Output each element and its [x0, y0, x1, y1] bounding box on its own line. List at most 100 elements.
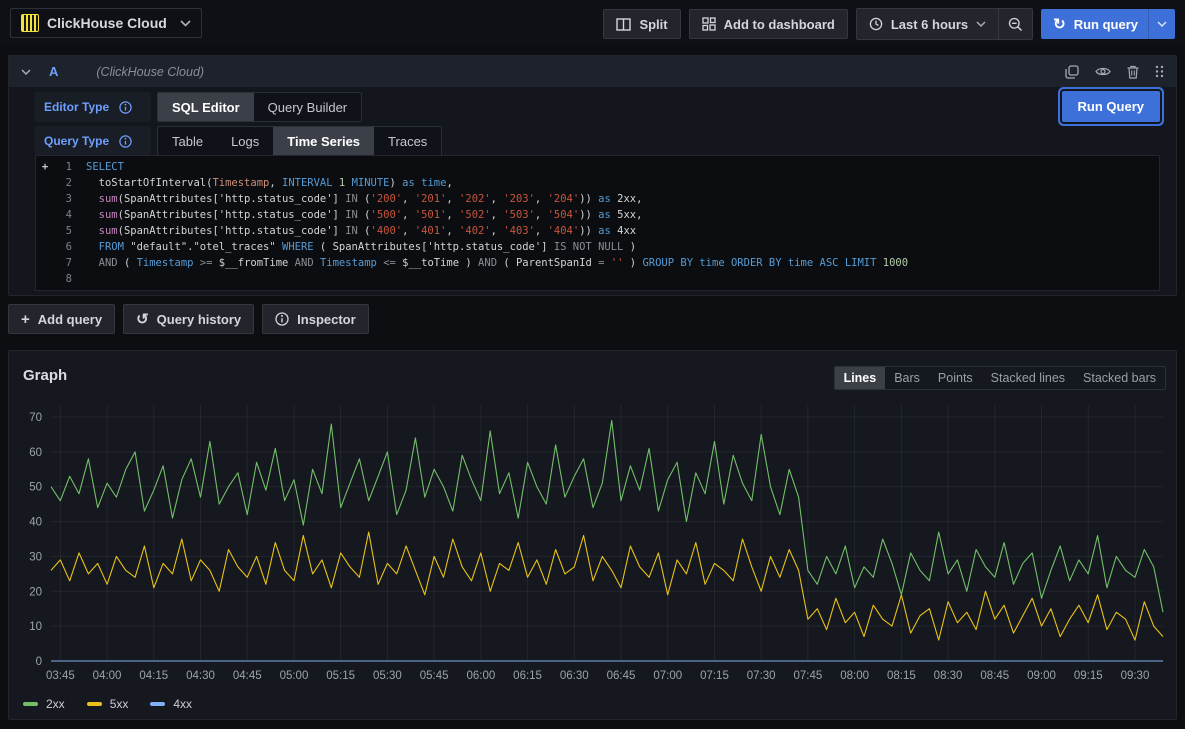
line-number: 7 [54, 255, 72, 271]
chevron-down-icon [976, 21, 986, 27]
query-type-option-traces[interactable]: Traces [374, 127, 441, 155]
explore-page: ClickHouse Cloud Split Add to dashboard [0, 0, 1185, 729]
query-history-button[interactable]: ↺ Query history [123, 304, 254, 334]
legend-swatch-yellow [87, 702, 102, 706]
collapse-chevron-icon[interactable] [21, 69, 31, 75]
info-icon[interactable] [119, 101, 132, 114]
sql-line-7[interactable]: 7 AND ( Timestamp >= $__fromTime AND Tim… [36, 255, 1159, 271]
svg-text:06:00: 06:00 [466, 670, 495, 682]
svg-text:03:45: 03:45 [46, 670, 75, 682]
mode-bars[interactable]: Bars [885, 367, 929, 389]
run-query-button[interactable]: ↻ Run query [1041, 9, 1175, 39]
graph-panel-title: Graph [23, 367, 67, 384]
delete-query-trash-icon[interactable] [1127, 65, 1139, 79]
svg-text:09:15: 09:15 [1074, 670, 1103, 682]
svg-text:20: 20 [29, 586, 42, 598]
split-label: Split [639, 17, 667, 32]
editor-type-switcher: SQL Editor Query Builder [157, 92, 362, 122]
add-to-dashboard-button[interactable]: Add to dashboard [689, 9, 848, 39]
time-picker-group: Last 6 hours [856, 8, 1033, 40]
panel-run-query-button[interactable]: Run Query [1062, 91, 1160, 122]
query-type-row: Query Type Table Logs Time Series Traces [35, 126, 442, 156]
zoom-out-button[interactable] [998, 9, 1032, 39]
sql-line-text: sum(SpanAttributes['http.status_code'] I… [72, 223, 636, 239]
mode-stacked-bars[interactable]: Stacked bars [1074, 367, 1165, 389]
svg-text:40: 40 [29, 517, 42, 529]
sql-line-4[interactable]: 4 sum(SpanAttributes['http.status_code']… [36, 207, 1159, 223]
sql-line-text: AND ( Timestamp >= $__fromTime AND Times… [72, 255, 908, 271]
svg-text:10: 10 [29, 621, 42, 633]
graph-mode-switcher: Lines Bars Points Stacked lines Stacked … [834, 366, 1166, 390]
mode-stacked-lines[interactable]: Stacked lines [982, 367, 1074, 389]
sql-line-2[interactable]: 2 toStartOfInterval(Timestamp, INTERVAL … [36, 175, 1159, 191]
legend-swatch-green [23, 702, 38, 706]
add-query-button[interactable]: + Add query [8, 304, 115, 334]
dashboard-grid-icon [702, 17, 716, 31]
time-range-button[interactable]: Last 6 hours [857, 9, 998, 39]
drag-handle-icon[interactable] [1155, 65, 1164, 78]
svg-text:07:30: 07:30 [747, 670, 776, 682]
editor-type-label-text: Editor Type [44, 100, 109, 114]
chart-svg: 01020304050607003:4504:0004:1504:3004:45… [17, 399, 1168, 695]
toolbar-actions: Split Add to dashboard Last 6 hours [603, 8, 1175, 40]
top-toolbar: ClickHouse Cloud Split Add to dashboard [0, 0, 1185, 45]
svg-text:06:45: 06:45 [607, 670, 636, 682]
info-icon[interactable] [119, 135, 132, 148]
chart-legend: 2xx 5xx 4xx [23, 697, 192, 711]
sql-line-8[interactable]: 8 [36, 271, 1159, 287]
svg-text:07:00: 07:00 [653, 670, 682, 682]
svg-text:08:30: 08:30 [934, 670, 963, 682]
legend-item-4xx[interactable]: 4xx [150, 697, 192, 711]
hide-query-eye-icon[interactable] [1095, 66, 1111, 77]
gutter-spacer [36, 175, 54, 191]
legend-label: 4xx [173, 697, 192, 711]
query-type-option-logs[interactable]: Logs [217, 127, 273, 155]
legend-item-5xx[interactable]: 5xx [87, 697, 129, 711]
sql-line-text: sum(SpanAttributes['http.status_code'] I… [72, 207, 642, 223]
time-series-chart[interactable]: 01020304050607003:4504:0004:1504:3004:45… [17, 399, 1168, 700]
sql-line-text: sum(SpanAttributes['http.status_code'] I… [72, 191, 642, 207]
svg-text:04:00: 04:00 [93, 670, 122, 682]
legend-item-2xx[interactable]: 2xx [23, 697, 65, 711]
gutter-spacer [36, 271, 54, 287]
datasource-picker[interactable]: ClickHouse Cloud [10, 8, 202, 38]
run-query-caret[interactable] [1148, 9, 1175, 39]
svg-text:04:15: 04:15 [139, 670, 168, 682]
graph-panel: Graph Lines Bars Points Stacked lines St… [8, 350, 1177, 720]
sql-code-editor[interactable]: +1SELECT2 toStartOfInterval(Timestamp, I… [35, 155, 1160, 291]
svg-text:04:45: 04:45 [233, 670, 262, 682]
svg-text:08:15: 08:15 [887, 670, 916, 682]
editor-type-label: Editor Type [35, 92, 151, 122]
editor-type-option-sql-editor[interactable]: SQL Editor [158, 93, 254, 121]
svg-text:05:30: 05:30 [373, 670, 402, 682]
duplicate-query-icon[interactable] [1065, 65, 1079, 79]
plus-icon: + [21, 312, 30, 327]
mode-lines[interactable]: Lines [835, 367, 886, 389]
sql-line-text [72, 271, 86, 287]
sql-line-text: SELECT [72, 159, 124, 175]
legend-swatch-blue [150, 702, 165, 706]
query-ref-id: A [49, 64, 58, 79]
query-datasource-hint: (ClickHouse Cloud) [96, 65, 204, 79]
add-line-plus-icon[interactable]: + [36, 159, 54, 175]
query-type-option-time-series[interactable]: Time Series [273, 127, 374, 155]
query-type-option-table[interactable]: Table [158, 127, 217, 155]
editor-type-option-query-builder[interactable]: Query Builder [254, 93, 361, 121]
line-number: 4 [54, 207, 72, 223]
split-button[interactable]: Split [603, 9, 680, 39]
add-to-dashboard-label: Add to dashboard [724, 17, 835, 32]
sql-line-3[interactable]: 3 sum(SpanAttributes['http.status_code']… [36, 191, 1159, 207]
clickhouse-logo-icon [21, 14, 39, 32]
sql-line-1[interactable]: +1SELECT [36, 159, 1159, 175]
gutter-spacer [36, 207, 54, 223]
svg-text:08:45: 08:45 [980, 670, 1009, 682]
clock-icon [869, 17, 883, 31]
time-range-label: Last 6 hours [891, 17, 968, 32]
inspector-button[interactable]: Inspector [262, 304, 369, 334]
query-row-header[interactable]: A (ClickHouse Cloud) [9, 56, 1176, 87]
sql-line-text: toStartOfInterval(Timestamp, INTERVAL 1 … [72, 175, 453, 191]
sql-line-5[interactable]: 5 sum(SpanAttributes['http.status_code']… [36, 223, 1159, 239]
legend-label: 2xx [46, 697, 65, 711]
sql-line-6[interactable]: 6 FROM "default"."otel_traces" WHERE ( S… [36, 239, 1159, 255]
mode-points[interactable]: Points [929, 367, 982, 389]
